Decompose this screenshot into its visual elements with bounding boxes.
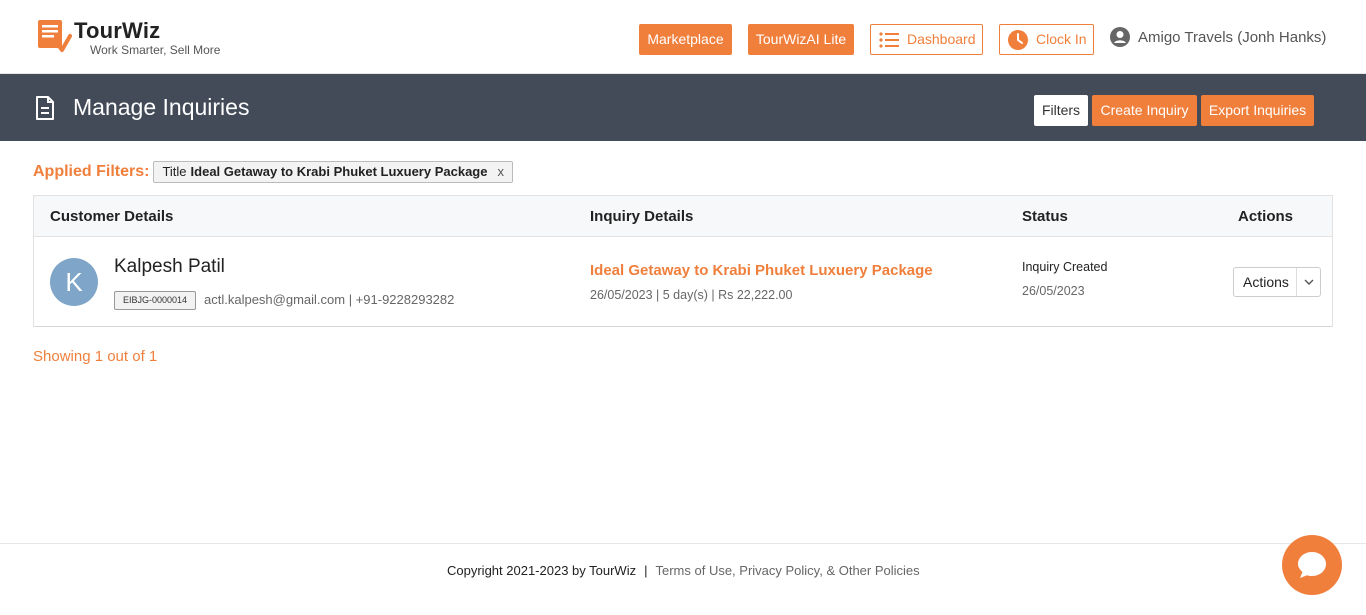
- applied-filters-label: Applied Filters:: [33, 163, 150, 180]
- column-customer-details: Customer Details: [50, 208, 174, 225]
- tourwiz-ai-button[interactable]: TourWizAI Lite: [748, 24, 854, 55]
- actions-dropdown[interactable]: Actions: [1233, 267, 1321, 297]
- tourwiz-logo-icon: [36, 18, 72, 54]
- filter-chip: Title Ideal Getaway to Krabi Phuket Luxu…: [153, 161, 513, 183]
- status-text: Inquiry Created: [1022, 260, 1108, 274]
- remove-filter-button[interactable]: x: [497, 162, 504, 182]
- user-icon: [1110, 27, 1130, 47]
- export-inquiries-button[interactable]: Export Inquiries: [1201, 95, 1314, 126]
- clock-in-button[interactable]: Clock In: [999, 24, 1094, 55]
- dashboard-button[interactable]: Dashboard: [870, 24, 983, 55]
- inquiries-table: Customer Details Inquiry Details Status …: [33, 195, 1333, 327]
- customer-id-badge: EIBJG-0000014: [114, 291, 197, 310]
- customer-name: Kalpesh Patil: [114, 256, 225, 277]
- inquiry-meta: 26/05/2023 | 5 day(s) | Rs 22,222.00: [590, 288, 793, 302]
- brand-tagline: Work Smarter, Sell More: [90, 43, 221, 57]
- user-name: Amigo Travels (Jonh Hanks): [1138, 28, 1327, 46]
- table-row: K Kalpesh Patil EIBJG-0000014 actl.kalpe…: [34, 237, 1332, 327]
- clock-icon: [1008, 29, 1028, 50]
- footer-separator: |: [644, 563, 648, 578]
- avatar: K: [50, 258, 98, 306]
- user-menu[interactable]: Amigo Travels (Jonh Hanks): [1110, 27, 1326, 47]
- footer: Copyright 2021-2023 by TourWiz | Terms o…: [0, 543, 1366, 615]
- column-inquiry-details: Inquiry Details: [590, 208, 694, 225]
- brand-name: TourWiz: [74, 18, 161, 43]
- list-icon: [879, 31, 899, 48]
- pagination-summary: Showing 1 out of 1: [33, 348, 158, 365]
- filters-button[interactable]: Filters: [1034, 95, 1088, 126]
- inquiry-title-link[interactable]: Ideal Getaway to Krabi Phuket Luxuery Pa…: [590, 262, 933, 279]
- table-header: Customer Details Inquiry Details Status …: [34, 196, 1332, 237]
- chat-icon: [1298, 552, 1326, 578]
- create-inquiry-button[interactable]: Create Inquiry: [1092, 95, 1197, 126]
- customer-contact: actl.kalpesh@gmail.com | +91-9228293282: [204, 292, 455, 307]
- dashboard-label: Dashboard: [907, 31, 976, 47]
- brand-logo[interactable]: TourWiz Work Smarter, Sell More: [36, 18, 220, 56]
- column-status: Status: [1022, 208, 1068, 225]
- filter-chip-value: Ideal Getaway to Krabi Phuket Luxuery Pa…: [190, 164, 488, 179]
- page-title: Manage Inquiries: [73, 94, 250, 120]
- document-icon: [36, 96, 54, 120]
- marketplace-button[interactable]: Marketplace: [639, 24, 732, 55]
- chat-button[interactable]: [1282, 535, 1342, 595]
- top-header: TourWiz Work Smarter, Sell More Marketpl…: [0, 0, 1366, 74]
- policies-link[interactable]: Terms of Use, Privacy Policy, & Other Po…: [655, 563, 919, 578]
- copyright-text: Copyright 2021-2023 by TourWiz: [447, 563, 637, 578]
- status-date: 26/05/2023: [1022, 284, 1085, 298]
- clock-in-label: Clock In: [1036, 31, 1087, 47]
- actions-label: Actions: [1243, 274, 1289, 290]
- page-header: Manage Inquiries Filters Create Inquiry …: [0, 74, 1366, 141]
- chevron-down-icon[interactable]: [1297, 279, 1320, 285]
- applied-filters: Applied Filters: Title Ideal Getaway to …: [33, 161, 513, 183]
- column-actions: Actions: [1238, 208, 1294, 225]
- filter-chip-key: Title: [162, 164, 187, 179]
